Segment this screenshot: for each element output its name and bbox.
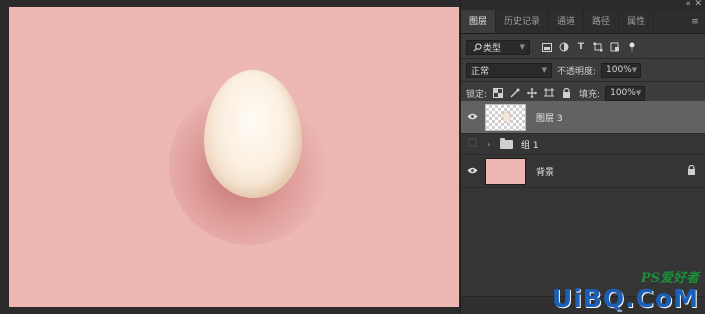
close-icon[interactable]: ✕ [694, 0, 702, 9]
opacity-value: 100% [606, 65, 632, 75]
chevron-down-icon: ▼ [635, 89, 642, 97]
eye-icon[interactable] [461, 138, 483, 150]
layer-thumbnail [485, 157, 526, 185]
layer-name[interactable]: 背景 [536, 165, 554, 178]
lock-all-icon[interactable] [560, 87, 572, 99]
panel-tabs: 图层 历史记录 通道 路径 属性 ≡ [461, 10, 705, 34]
lock-transparent-pixels-icon[interactable] [492, 87, 504, 99]
canvas-area[interactable] [0, 0, 460, 314]
tab-channels[interactable]: 通道 [549, 10, 585, 33]
layer-row[interactable]: 背景 [461, 155, 705, 188]
layer-thumbnail [485, 103, 526, 131]
lock-position-icon[interactable] [526, 87, 538, 99]
layer-row[interactable]: › 组 1 [461, 134, 705, 155]
type-filter-icon[interactable]: T [575, 41, 587, 53]
tab-properties[interactable]: 属性 [619, 10, 655, 33]
fill-value: 100% [610, 88, 636, 98]
chevron-right-icon[interactable]: › [487, 140, 497, 149]
folder-icon [500, 137, 513, 149]
tab-layers[interactable]: 图层 [461, 10, 497, 33]
eye-icon[interactable] [461, 112, 483, 123]
filter-toggle-icon[interactable] [626, 41, 638, 53]
blend-mode-value: 正常 [471, 66, 490, 77]
eye-icon[interactable] [461, 166, 483, 177]
panel-menu-icon[interactable]: ≡ [685, 10, 705, 33]
watermark-main-text: UiBQ.CoM [551, 284, 699, 313]
shape-filter-icon[interactable] [592, 41, 604, 53]
egg-shape [204, 70, 302, 198]
tab-history[interactable]: 历史记录 [496, 10, 550, 33]
panel-title-bar: « ✕ [461, 0, 705, 10]
collapse-icon[interactable]: « [685, 0, 691, 9]
image-filter-icon[interactable] [541, 41, 553, 53]
search-icon [471, 41, 483, 53]
layer-row[interactable]: 图层 3 [461, 101, 705, 134]
filter-kind-label: 类型 [483, 43, 502, 54]
blend-row: 正常 ▼ 不透明度: 100% ▼ [461, 59, 705, 81]
blend-mode-select[interactable]: 正常 ▼ [466, 62, 552, 78]
filter-kind-select[interactable]: 类型 ▼ [466, 39, 530, 55]
fill-label: 填充: [579, 89, 601, 100]
layer-name[interactable]: 图层 3 [536, 111, 563, 124]
adjustment-filter-icon[interactable] [558, 41, 570, 53]
lock-artboard-icon[interactable] [543, 87, 555, 99]
chevron-down-icon: ▼ [541, 66, 547, 74]
layer-name[interactable]: 组 1 [521, 138, 539, 151]
chevron-down-icon: ▼ [631, 66, 638, 74]
document-canvas[interactable] [9, 7, 459, 307]
watermark: PS爱好者 UiBQ.CoM [552, 267, 699, 312]
lock-image-pixels-icon[interactable] [509, 87, 521, 99]
opacity-label: 不透明度: [557, 66, 597, 77]
fill-input[interactable]: 100% ▼ [605, 85, 646, 101]
chevron-down-icon: ▼ [519, 43, 525, 51]
opacity-input[interactable]: 100% ▼ [601, 62, 642, 78]
lock-icon [687, 164, 696, 178]
tab-paths[interactable]: 路径 [584, 10, 620, 33]
smart-object-filter-icon[interactable] [609, 41, 621, 53]
filter-row: 类型 ▼ T [461, 36, 705, 58]
lock-label: 锁定: [466, 89, 488, 100]
